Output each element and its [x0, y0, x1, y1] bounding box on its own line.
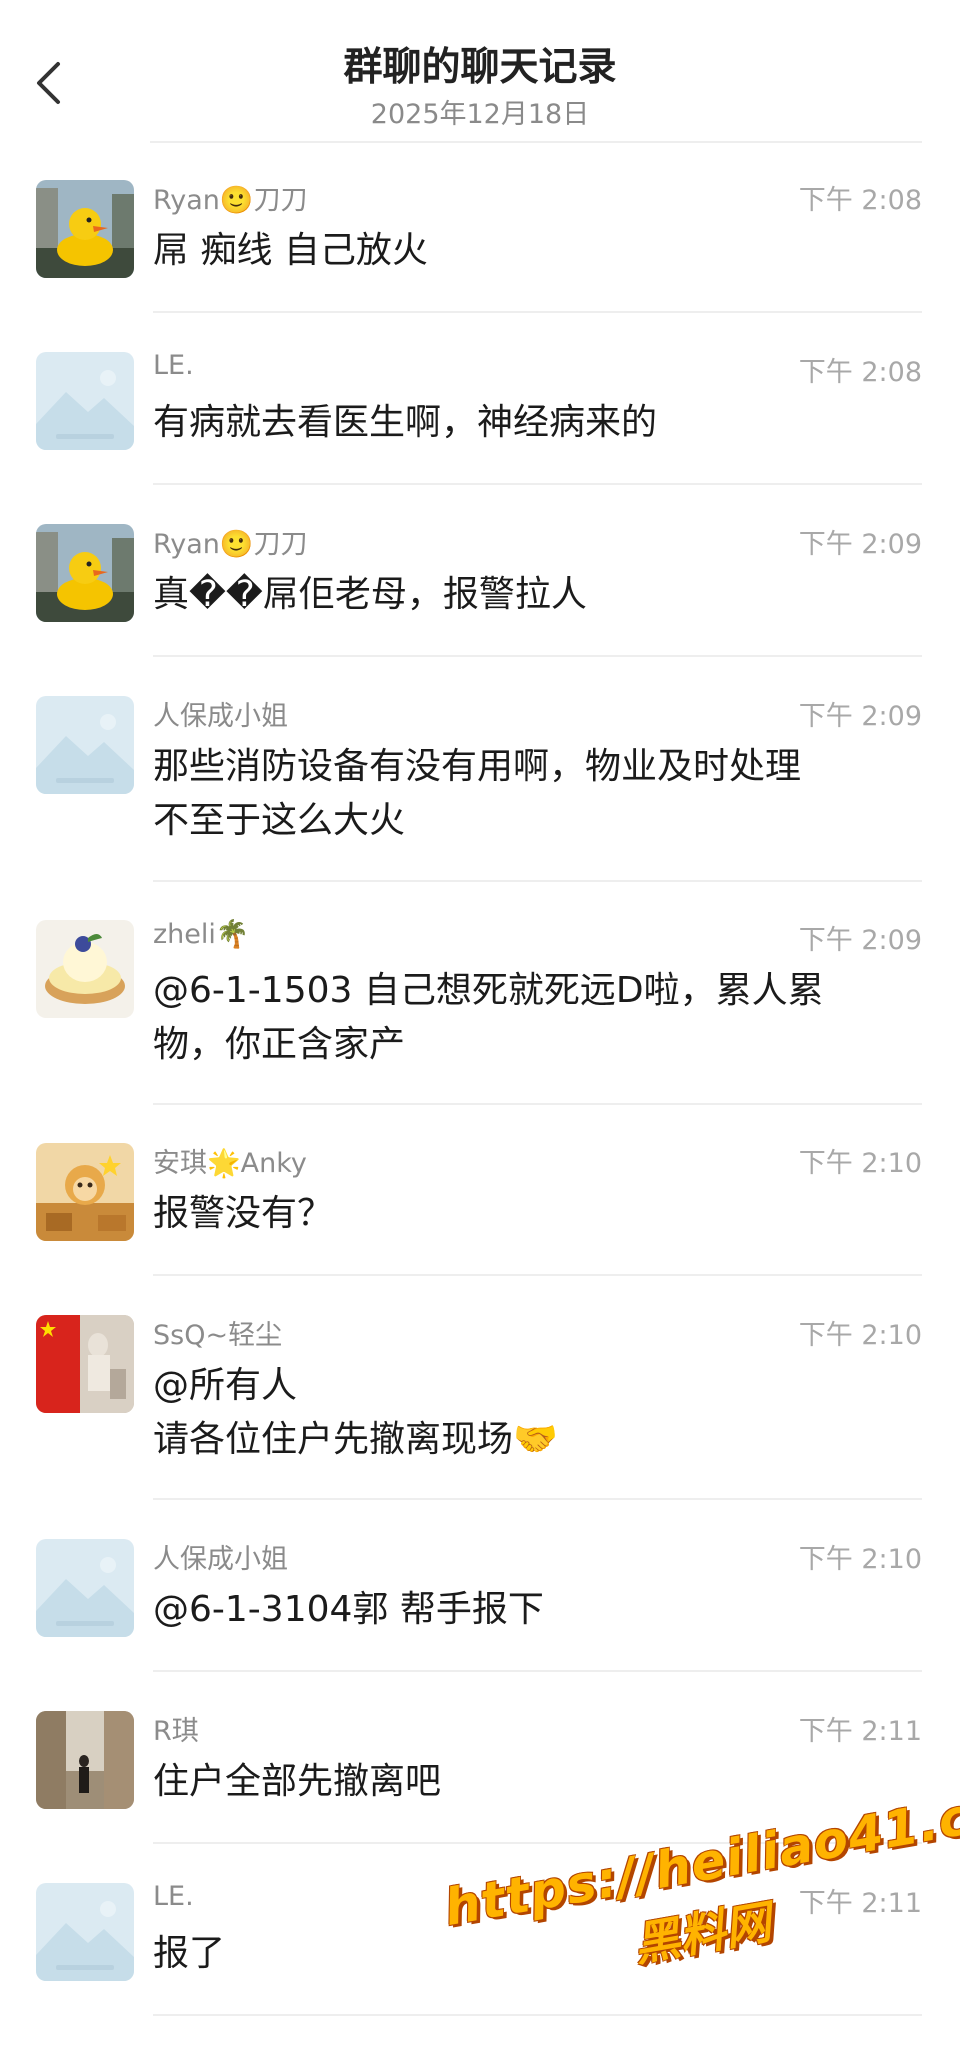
message-divider — [153, 655, 922, 657]
message-time: 下午 2:08 — [798, 357, 922, 388]
message-text: 报了 — [153, 1933, 226, 1974]
message-time: 下午 2:09 — [798, 701, 922, 732]
message-text: 真��屌佢老母，报警拉人 — [153, 574, 587, 615]
avatar[interactable] — [36, 1883, 134, 1981]
sender-name: SsQ~轻尘 — [153, 1320, 283, 1351]
message-text: 屌 痴线 自己放火 — [153, 230, 428, 271]
sender-name: LE. — [153, 1881, 194, 1912]
message-divider — [153, 1670, 922, 1672]
message-text: 那些消防设备有没有用啊，物业及时处理 不至于这么大火 — [153, 746, 802, 841]
sender-name: 人保成小姐 — [153, 701, 288, 732]
message-time: 下午 2:10 — [798, 1320, 922, 1351]
avatar[interactable] — [36, 696, 134, 794]
page-title: 群聊的聊天记录 — [343, 45, 617, 90]
message-divider — [153, 1274, 922, 1276]
sender-name: LE. — [153, 350, 194, 381]
message-text: 有病就去看医生啊，神经病来的 — [153, 402, 658, 443]
sender-name: 人保成小姐 — [153, 1544, 288, 1575]
message-divider — [153, 311, 922, 313]
avatar[interactable] — [36, 352, 134, 450]
avatar[interactable] — [36, 1539, 134, 1637]
message-time: 下午 2:09 — [798, 925, 922, 956]
avatar[interactable] — [36, 524, 134, 622]
message-text: @6-1-1503 自己想死就死远D啦，累人累 物，你正含家产 — [153, 970, 824, 1065]
message-divider — [153, 1103, 922, 1105]
message-time: 下午 2:10 — [798, 1544, 922, 1575]
sender-name: R琪 — [153, 1716, 199, 1747]
sender-name: Ryan🙂刀刀 — [153, 529, 308, 560]
message-time: 下午 2:11 — [798, 1888, 922, 1919]
avatar[interactable] — [36, 1315, 134, 1413]
chat-history-header: 群聊的聊天记录 2025年12月18日 — [0, 0, 960, 140]
message-divider — [153, 1842, 922, 1844]
message-text: @所有人 请各位住户先撤离现场🤝 — [153, 1365, 558, 1460]
sender-name: Ryan🙂刀刀 — [153, 185, 308, 216]
message-text: @6-1-3104郭 帮手报下 — [153, 1589, 544, 1630]
header-divider — [150, 141, 922, 143]
message-time: 下午 2:08 — [798, 185, 922, 216]
message-divider — [153, 483, 922, 485]
message-text: 住户全部先撤离吧 — [153, 1761, 442, 1802]
message-time: 下午 2:09 — [798, 529, 922, 560]
sender-name: 安琪🌟Anky — [153, 1148, 307, 1179]
page-date: 2025年12月18日 — [370, 99, 590, 130]
avatar[interactable] — [36, 1711, 134, 1809]
avatar[interactable] — [36, 180, 134, 278]
message-time: 下午 2:11 — [798, 1716, 922, 1747]
message-time: 下午 2:10 — [798, 1148, 922, 1179]
message-divider — [153, 880, 922, 882]
message-divider — [153, 2014, 922, 2016]
avatar[interactable] — [36, 920, 134, 1018]
message-divider — [153, 1498, 922, 1500]
avatar[interactable] — [36, 1143, 134, 1241]
sender-name: zheli🌴 — [153, 919, 250, 950]
message-text: 报警没有？ — [153, 1193, 334, 1234]
